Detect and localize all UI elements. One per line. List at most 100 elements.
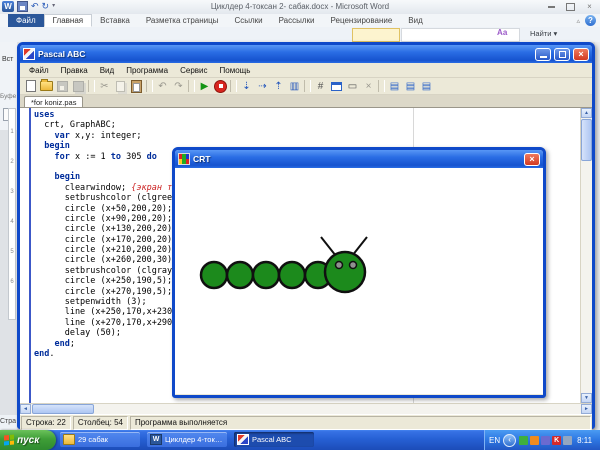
taskbar-item-1[interactable]: 29 сабак [60,432,140,447]
redo-icon: ↷ [171,79,186,93]
modules-icon[interactable]: ▥ [287,79,302,93]
scroll-right-icon[interactable]: ► [581,404,592,414]
style-gallery-item[interactable] [352,28,400,42]
watch-window-icon[interactable]: ▭ [345,79,360,93]
editor-tab[interactable]: *for koniz.pas [24,96,83,107]
taskbar-item-3[interactable]: Pascal ABC [234,432,314,447]
scroll-left-icon[interactable]: ◄ [20,404,31,414]
taskbar-item-2[interactable]: WЦиклдер 4-токсан 2... [147,432,227,447]
collapse-ribbon-icon[interactable]: ▵ [576,17,580,25]
word-left-strip: Вст Буфе 123456 Стра [0,42,17,430]
word-tab-5[interactable]: Ссылки [226,14,270,27]
code-line: delay (50); [34,328,182,338]
pascal-toolbar: ✂↶↷▶⇣⇢⇡▥#▭×▤▤▤ [20,78,592,95]
word-tab-8[interactable]: Вид [400,14,430,27]
code-line: end; [34,339,182,349]
output-window-icon[interactable] [329,79,344,93]
layout-output-icon[interactable]: ▤ [419,79,434,93]
tray-app-blue-icon[interactable] [541,436,550,445]
pascal-menu-item-5[interactable]: Сервис [175,66,212,75]
pascal-menu-item-1[interactable]: Файл [24,66,54,75]
pascal-menu-item-3[interactable]: Вид [95,66,119,75]
word-minimize-button[interactable] [545,2,558,11]
open-file-icon[interactable] [39,79,54,93]
word-tab-4[interactable]: Разметка страницы [138,14,227,27]
word-tab-6[interactable]: Рассылки [271,14,323,27]
crt-close-button[interactable]: × [524,153,540,166]
insert-button-fragment: Вст [2,56,13,63]
new-file-icon[interactable] [23,79,38,93]
code-line [34,162,182,172]
horizontal-scroll-thumb[interactable] [32,404,94,414]
toolbar-separator [304,80,311,92]
word-tab-row: ФайлГлавнаяВставкаРазметка страницыСсылк… [0,14,600,28]
ruler-number-6: 6 [10,279,13,309]
layout-split-icon[interactable]: ▤ [403,79,418,93]
code-line: setbrushcolor (clgray); [34,266,182,276]
help-button[interactable]: ? [585,15,596,26]
status-line: Строка: 22 [21,416,71,430]
pascal-minimize-button[interactable] [535,48,551,61]
step-out-icon[interactable]: ⇡ [271,79,286,93]
caterpillar-drawing [175,168,543,394]
code-line: var x,y: integer; [34,131,182,141]
code-line: circle (x+130,200,20); [34,224,182,234]
tray-app-gray-icon[interactable] [563,436,572,445]
breakpoint-icon[interactable]: # [313,79,328,93]
run-icon[interactable]: ▶ [197,79,212,93]
ruler-number-4: 4 [10,219,13,249]
word-tab-7[interactable]: Рецензирование [323,14,401,27]
step-into-icon[interactable]: ⇢ [255,79,270,93]
pascal-close-button[interactable]: × [573,48,589,61]
pascal-titlebar[interactable]: Pascal ABC × [20,45,592,63]
code-line: circle (x+250,190,5); [34,276,182,286]
toolbar-separator [378,80,385,92]
pascal-menu-item-6[interactable]: Помощь [215,66,256,75]
language-indicator[interactable]: EN [489,436,500,445]
ruler-number-1: 1 [10,129,13,159]
step-over-icon[interactable]: ⇣ [239,79,254,93]
scroll-down-icon[interactable]: ▼ [581,393,592,403]
taskbar-item-label: 29 сабак [78,435,108,444]
pascal-menu-item-2[interactable]: Правка [56,66,93,75]
clock[interactable]: 8:11 [577,436,592,445]
find-button[interactable]: Найти ▾ [530,29,557,38]
pascal-menubar: ФайлПравкаВидПрограммаСервисПомощь [20,63,592,78]
tray-antivirus-green-icon[interactable] [519,436,528,445]
word-tab-3[interactable]: Вставка [92,14,138,27]
pascal-maximize-button[interactable] [554,48,570,61]
word-tab-1[interactable]: Файл [8,14,44,27]
code-line: circle (x+50,200,20); [34,204,182,214]
code-line: circle (x+210,200,20); [34,245,182,255]
word-close-button[interactable]: × [583,2,596,11]
change-styles-icon[interactable]: Аа [497,28,507,37]
word-restore-button[interactable] [564,2,577,11]
hide-icons-icon[interactable]: ‹ [503,434,516,447]
tray-icons: K [519,436,572,445]
taskbar-item-label: Циклдер 4-токсан 2... [165,435,224,444]
status-column: Столбец: 54 [73,416,128,430]
tray-app-orange-icon[interactable] [530,436,539,445]
toolbar-separator [146,80,153,92]
pascal-window-title: Pascal ABC [38,49,532,59]
pascal-menu-item-4[interactable]: Программа [121,66,173,75]
vertical-scrollbar[interactable]: ▲ ▼ [580,108,592,403]
word-tab-2[interactable]: Главная [44,14,92,27]
kaspersky-icon[interactable]: K [552,436,561,445]
code-line: circle (x+170,200,20); [34,235,182,245]
paste-icon[interactable] [129,79,144,93]
word-icon: W [150,434,162,445]
stop-icon[interactable] [213,79,228,93]
crt-titlebar[interactable]: CRT × [175,150,543,168]
word-ruler[interactable]: 123456 [8,108,16,320]
code-area[interactable]: uses crt, GraphABC; var x,y: integer; be… [34,110,182,359]
folder-icon [63,434,75,445]
system-tray: EN ‹ K 8:11 [484,430,600,450]
scroll-up-icon[interactable]: ▲ [581,108,592,118]
ruler-number-3: 3 [10,189,13,219]
horizontal-scrollbar[interactable]: ◄ ► [20,403,592,414]
vertical-scroll-thumb[interactable] [581,119,592,161]
layout-code-icon[interactable]: ▤ [387,79,402,93]
pascal-icon [237,434,249,445]
start-button[interactable]: пуск [0,430,56,450]
